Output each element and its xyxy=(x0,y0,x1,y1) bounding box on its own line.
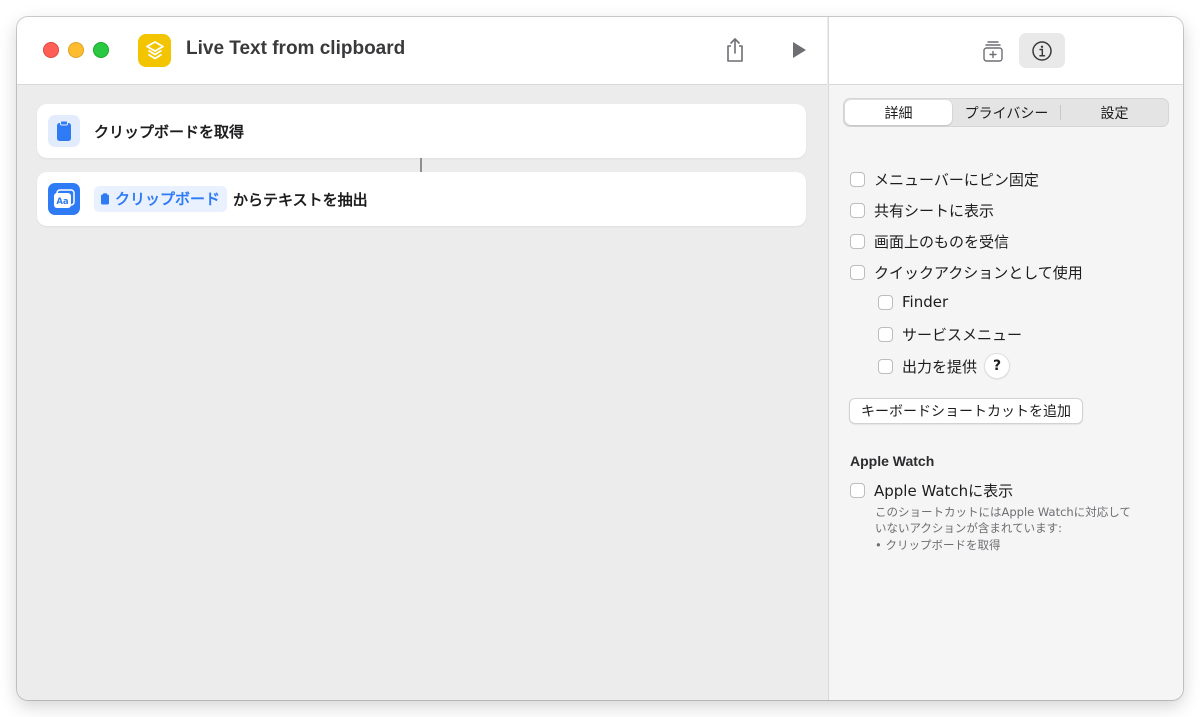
services-menu-checkbox[interactable] xyxy=(878,327,893,342)
tab-privacy[interactable]: プライバシー xyxy=(953,99,1060,126)
provide-output-option[interactable]: 出力を提供 ? xyxy=(878,353,1011,379)
option-label: 共有シートに表示 xyxy=(874,202,995,220)
clipboard-icon xyxy=(48,115,80,147)
action-get-clipboard[interactable]: クリップボードを取得 xyxy=(37,104,806,158)
services-menu-option[interactable]: サービスメニュー xyxy=(878,324,1022,345)
option-label: クイックアクションとして使用 xyxy=(874,264,1083,282)
action-library-button[interactable] xyxy=(970,33,1016,68)
close-window-button[interactable] xyxy=(43,42,59,58)
svg-text:Aa: Aa xyxy=(56,197,69,207)
info-icon xyxy=(1032,40,1052,61)
share-sheet-checkbox[interactable] xyxy=(850,203,865,218)
help-button[interactable]: ? xyxy=(984,353,1011,379)
apple-watch-checkbox[interactable] xyxy=(850,483,865,498)
apple-watch-note-line: • クリップボードを取得 xyxy=(875,538,1001,552)
action-connector xyxy=(420,158,422,172)
option-label: サービスメニュー xyxy=(902,326,1023,344)
provide-output-checkbox[interactable] xyxy=(878,358,893,374)
run-button[interactable] xyxy=(784,35,814,65)
action-extract-text[interactable]: Aa クリップボード からテキストを抽出 xyxy=(37,172,806,226)
option-label: Finder xyxy=(902,293,949,311)
tab-settings[interactable]: 設定 xyxy=(1061,99,1168,126)
quick-action-option[interactable]: クイックアクションとして使用 xyxy=(850,262,1083,283)
play-icon xyxy=(793,42,806,58)
live-text-icon: Aa xyxy=(48,183,80,215)
add-keyboard-shortcut-button[interactable]: キーボードショートカットを追加 xyxy=(849,398,1083,424)
layers-icon xyxy=(145,40,164,59)
shortcut-editor: クリップボードを取得 Aa クリップボード からテキストを抽出 xyxy=(17,85,827,700)
option-label: 出力を提供 xyxy=(902,357,978,376)
sidebar-toolbar xyxy=(828,17,1183,85)
action-label: からテキストを抽出 xyxy=(233,190,368,209)
tab-details[interactable]: 詳細 xyxy=(845,100,952,125)
receive-onscreen-checkbox[interactable] xyxy=(850,234,865,249)
window-title: Live Text from clipboard xyxy=(186,38,406,59)
action-library-icon xyxy=(983,40,1003,62)
apple-watch-note-line: いないアクションが含まれています: xyxy=(875,521,1062,535)
apple-watch-heading: Apple Watch xyxy=(850,453,935,469)
info-button[interactable] xyxy=(1019,33,1065,68)
minimize-window-button[interactable] xyxy=(68,42,84,58)
share-sheet-option[interactable]: 共有シートに表示 xyxy=(850,200,994,221)
finder-checkbox[interactable] xyxy=(878,294,893,310)
pin-menubar-option[interactable]: メニューバーにピン固定 xyxy=(850,169,1039,190)
apple-watch-note-line: このショートカットにはApple Watchに対応して xyxy=(875,505,1131,519)
share-icon xyxy=(727,38,743,62)
maximize-window-button[interactable] xyxy=(93,42,109,58)
option-label: 画面上のものを受信 xyxy=(874,233,1010,251)
title-bar: Live Text from clipboard xyxy=(17,17,827,85)
clipboard-icon xyxy=(101,192,109,204)
sidebar-tabs: 詳細 プライバシー 設定 xyxy=(843,98,1169,127)
receive-onscreen-option[interactable]: 画面上のものを受信 xyxy=(850,231,1009,252)
pin-menubar-checkbox[interactable] xyxy=(850,172,865,187)
share-button[interactable] xyxy=(720,35,750,65)
apple-watch-option[interactable]: Apple Watchに表示 xyxy=(850,480,1013,501)
action-label: クリップボードを取得 xyxy=(94,122,245,141)
details-sidebar: 詳細 プライバシー 設定 メニューバーにピン固定 共有シートに表示 画面上のもの… xyxy=(828,85,1183,700)
clipboard-variable-token[interactable]: クリップボード xyxy=(94,186,228,212)
option-label: Apple Watchに表示 xyxy=(874,482,1014,500)
option-label: メニューバーにピン固定 xyxy=(874,171,1039,189)
quick-action-checkbox[interactable] xyxy=(850,265,865,280)
token-label: クリップボード xyxy=(115,190,221,208)
finder-option[interactable]: Finder xyxy=(878,293,948,311)
shortcut-app-icon[interactable] xyxy=(138,34,171,67)
shortcuts-window: Live Text from clipboard クリップボードを取得 Aa ク… xyxy=(17,17,1183,700)
